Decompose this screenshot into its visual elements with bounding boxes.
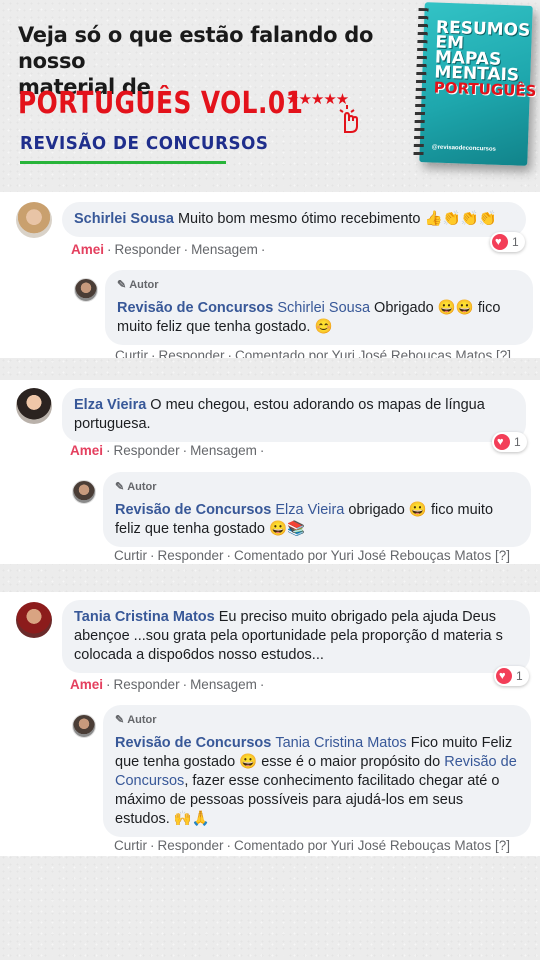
reply-author[interactable]: Revisão de Concursos	[115, 735, 271, 751]
comment-bubble: Tania Cristina Matos Eu preciso muito obr…	[62, 600, 530, 673]
book-spiral	[413, 7, 429, 157]
reaction-number: 1	[516, 669, 523, 683]
author-badge-label: Autor	[127, 481, 157, 493]
comment-bubble: Schirlei Sousa Muito bom mesmo ótimo rece…	[62, 202, 526, 237]
pencil-icon: ✎	[115, 714, 125, 726]
avatar[interactable]	[74, 278, 98, 302]
reply-bubble: ✎ Autor Revisão de Concursos Schirlei Sous…	[105, 270, 533, 345]
reply-actions: Curtir · Responder · Comentado por Yuri José…	[115, 348, 511, 358]
help-link[interactable]: [?]	[495, 548, 510, 563]
reply-link[interactable]: Responder	[159, 348, 225, 358]
product-title: PORTUGUÊS VOL.01	[18, 86, 304, 121]
avatar[interactable]	[72, 480, 96, 504]
heart-icon	[494, 434, 510, 450]
pointer-hand-icon	[339, 105, 358, 133]
reply-link[interactable]: Responder	[114, 443, 180, 458]
commented-by: Comentado por Yuri José Rebouças Matos	[234, 838, 492, 853]
reply-link[interactable]: Responder	[114, 677, 180, 692]
comment-text: Muito bom mesmo ótimo recebimento 👍👏👏👏	[177, 211, 497, 227]
author-badge: ✎ Autor	[115, 478, 519, 497]
comment-author[interactable]: Schirlei Sousa	[74, 211, 174, 227]
comment-author[interactable]: Tania Cristina Matos	[74, 609, 215, 625]
reply-mention[interactable]: Elza Vieira	[275, 502, 344, 518]
book-title: RESUMOS EM MAPAS MENTAIS PORTUGUÊS	[433, 18, 537, 101]
message-link[interactable]: Mensagem	[190, 443, 257, 458]
reaction-count[interactable]: 1	[492, 432, 527, 452]
book-cover: RESUMOS EM MAPAS MENTAIS PORTUGUÊS @revi…	[413, 2, 537, 166]
help-link[interactable]: [?]	[495, 838, 510, 853]
book-handle: @revisaodeconcursos	[431, 144, 497, 153]
comment-actions: Amei · Responder · Mensagem ·	[70, 443, 265, 458]
heart-icon	[492, 234, 508, 250]
reply-mention[interactable]: Schirlei Sousa	[277, 300, 370, 316]
avatar[interactable]	[16, 202, 52, 238]
reply-mention[interactable]: Tania Cristina Matos	[275, 735, 406, 751]
reply-link[interactable]: Responder	[115, 242, 181, 257]
love-link[interactable]: Amei	[70, 443, 103, 458]
author-badge: ✎ Autor	[117, 276, 521, 295]
message-link[interactable]: Mensagem	[190, 677, 257, 692]
reply-actions: Curtir · Responder · Comentado por Yuri José…	[114, 838, 510, 853]
pencil-icon: ✎	[117, 279, 127, 291]
avatar[interactable]	[72, 714, 96, 738]
headline-line-1: Veja só o que estão falando do nosso	[18, 23, 374, 73]
comment-bubble: Elza Vieira O meu chegou, estou adorando …	[62, 388, 526, 442]
comment-actions: Amei · Responder · Mensagem ·	[70, 677, 265, 692]
tagline-underline	[20, 161, 226, 164]
reply-link[interactable]: Responder	[158, 838, 224, 853]
reply-bubble: ✎ Autor Revisão de Concursos Elza Vieira o…	[103, 472, 531, 547]
message-link[interactable]: Mensagem	[191, 242, 258, 257]
pencil-icon: ✎	[115, 481, 125, 493]
commented-by: Comentado por Yuri José Rebouças Matos	[235, 348, 493, 358]
like-link[interactable]: Curtir	[114, 548, 147, 563]
reply-author[interactable]: Revisão de Concursos	[115, 502, 271, 518]
author-badge-label: Autor	[127, 714, 157, 726]
like-link[interactable]: Curtir	[115, 348, 148, 358]
love-link[interactable]: Amei	[71, 242, 104, 257]
comment-actions: Amei · Responder · Mensagem ·	[71, 242, 266, 257]
author-badge: ✎ Autor	[115, 711, 519, 730]
book-title-subject: PORTUGUÊS	[433, 78, 537, 101]
comment-card: Tania Cristina Matos Eu preciso muito obr…	[0, 592, 540, 856]
avatar[interactable]	[16, 602, 52, 638]
like-link[interactable]: Curtir	[114, 838, 147, 853]
comment-author[interactable]: Elza Vieira	[74, 397, 146, 413]
reply-actions: Curtir · Responder · Comentado por Yuri José…	[114, 548, 510, 563]
reply-author[interactable]: Revisão de Concursos	[117, 300, 273, 316]
reaction-count[interactable]: 1	[494, 666, 529, 686]
comment-card: Schirlei Sousa Muito bom mesmo ótimo rece…	[0, 192, 540, 358]
commented-by: Comentado por Yuri José Rebouças Matos	[234, 548, 492, 563]
love-link[interactable]: Amei	[70, 677, 103, 692]
heart-icon	[496, 668, 512, 684]
reaction-count[interactable]: 1	[490, 232, 525, 252]
reply-bubble: ✎ Autor Revisão de Concursos Tania Cristin…	[103, 705, 531, 837]
reply-link[interactable]: Responder	[158, 548, 224, 563]
header-banner: Veja só o que estão falando do nosso mat…	[0, 0, 540, 190]
help-link[interactable]: [?]	[496, 348, 511, 358]
tagline: REVISÃO DE CONCURSOS	[20, 133, 269, 154]
avatar[interactable]	[16, 388, 52, 424]
comment-card: Elza Vieira O meu chegou, estou adorando …	[0, 380, 540, 564]
author-badge-label: Autor	[129, 279, 159, 291]
reaction-number: 1	[514, 435, 521, 449]
reaction-number: 1	[512, 235, 519, 249]
